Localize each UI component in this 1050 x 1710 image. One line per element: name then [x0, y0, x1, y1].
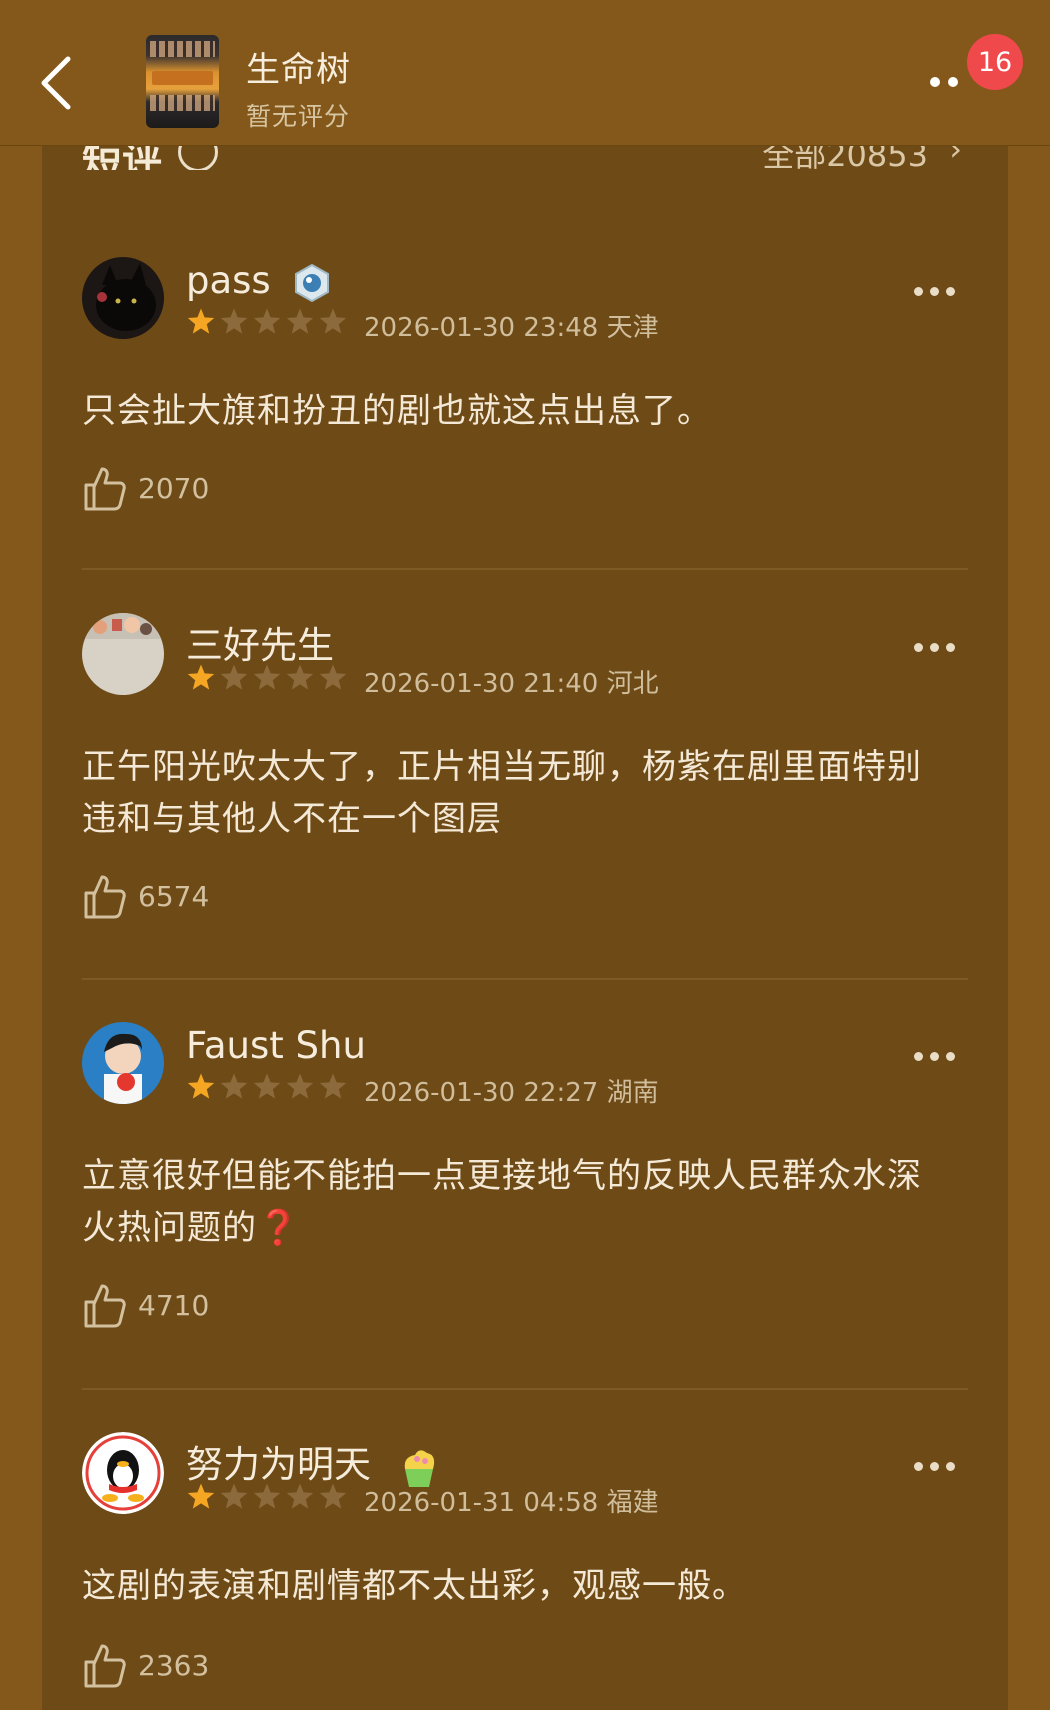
review-text: 立意很好但能不能拍一点更接地气的反映人民群众水深 火热问题的❓ — [82, 1156, 922, 1248]
username[interactable]: 三好先生 — [186, 615, 334, 669]
back-button[interactable] — [30, 48, 80, 118]
star-empty-icon — [220, 1483, 248, 1509]
username[interactable]: pass — [186, 259, 330, 302]
star-empty-icon — [286, 1483, 314, 1509]
star-filled-icon — [187, 1073, 215, 1099]
chevron-left-icon — [41, 56, 71, 110]
star-empty-icon — [319, 1483, 347, 1509]
avatar[interactable] — [82, 613, 164, 695]
star-empty-icon — [253, 308, 281, 334]
like-button[interactable]: 6574 — [82, 873, 209, 919]
star-empty-icon — [253, 1073, 281, 1099]
like-count: 6574 — [138, 879, 210, 913]
star-empty-icon — [286, 664, 314, 690]
more-dots-icon — [930, 77, 940, 87]
star-empty-icon — [253, 1483, 281, 1509]
review-meta: 2026-01-31 04:58 福建 — [364, 1488, 659, 1518]
like-count: 2363 — [138, 1648, 210, 1682]
notification-badge[interactable]: 16 — [967, 34, 1023, 90]
star-empty-icon — [319, 308, 347, 334]
like-button[interactable]: 4710 — [82, 1282, 209, 1328]
avatar[interactable] — [82, 257, 164, 339]
divider — [82, 1388, 968, 1390]
show-title: 生命树 — [246, 50, 351, 90]
rating-stars — [186, 663, 348, 693]
like-count: 4710 — [138, 1288, 210, 1322]
star-empty-icon — [220, 308, 248, 334]
review-more-button[interactable] — [914, 287, 955, 296]
star-empty-icon — [319, 664, 347, 690]
show-rating-text: 暂无评分 — [246, 102, 351, 131]
more-dots-icon — [914, 643, 923, 652]
review-meta: 2026-01-30 22:27 湖南 — [364, 1078, 659, 1108]
review-meta: 2026-01-30 21:40 河北 — [364, 669, 659, 699]
like-count: 2070 — [138, 471, 210, 505]
divider — [82, 568, 968, 570]
divider — [82, 978, 968, 980]
more-dots-icon — [914, 1462, 923, 1471]
thumbs-up-icon — [84, 875, 126, 919]
review-more-button[interactable] — [914, 643, 955, 652]
like-button[interactable]: 2363 — [82, 1642, 209, 1688]
review-more-button[interactable] — [914, 1052, 955, 1061]
thumbs-up-icon — [84, 1284, 126, 1328]
star-filled-icon — [187, 1483, 215, 1509]
like-button[interactable]: 2070 — [82, 465, 209, 511]
more-dots-icon — [914, 287, 923, 296]
verified-badge-icon — [295, 263, 330, 302]
star-empty-icon — [286, 1073, 314, 1099]
star-filled-icon — [187, 664, 215, 690]
more-dots-icon — [914, 1052, 923, 1061]
review-text: 这剧的表演和剧情都不太出彩，观感一般。 — [82, 1566, 747, 1606]
rating-stars — [186, 307, 348, 337]
review-more-button[interactable] — [914, 1462, 955, 1471]
star-empty-icon — [220, 664, 248, 690]
rating-stars — [186, 1072, 348, 1102]
thumbs-up-icon — [84, 467, 126, 511]
star-empty-icon — [319, 1073, 347, 1099]
star-empty-icon — [253, 664, 281, 690]
review-text: 只会扯大旗和扮丑的剧也就这点出息了。 — [82, 391, 712, 431]
review-meta: 2026-01-30 23:48 天津 — [364, 313, 659, 343]
rating-stars — [186, 1482, 348, 1512]
top-bar: 生命树 暂无评分 16 — [0, 0, 1050, 146]
avatar[interactable] — [82, 1022, 164, 1104]
avatar[interactable] — [82, 1432, 164, 1514]
review-text: 正午阳光吹太大了，正片相当无聊，杨紫在剧里面特别 违和与其他人不在一个图层 — [82, 747, 922, 839]
username[interactable]: Faust Shu — [186, 1024, 366, 1067]
thumbs-up-icon — [84, 1644, 126, 1688]
star-empty-icon — [220, 1073, 248, 1099]
show-poster[interactable] — [146, 35, 219, 128]
star-filled-icon — [187, 308, 215, 334]
star-empty-icon — [286, 308, 314, 334]
question-mark-emoji: ❓ — [257, 1208, 301, 1248]
